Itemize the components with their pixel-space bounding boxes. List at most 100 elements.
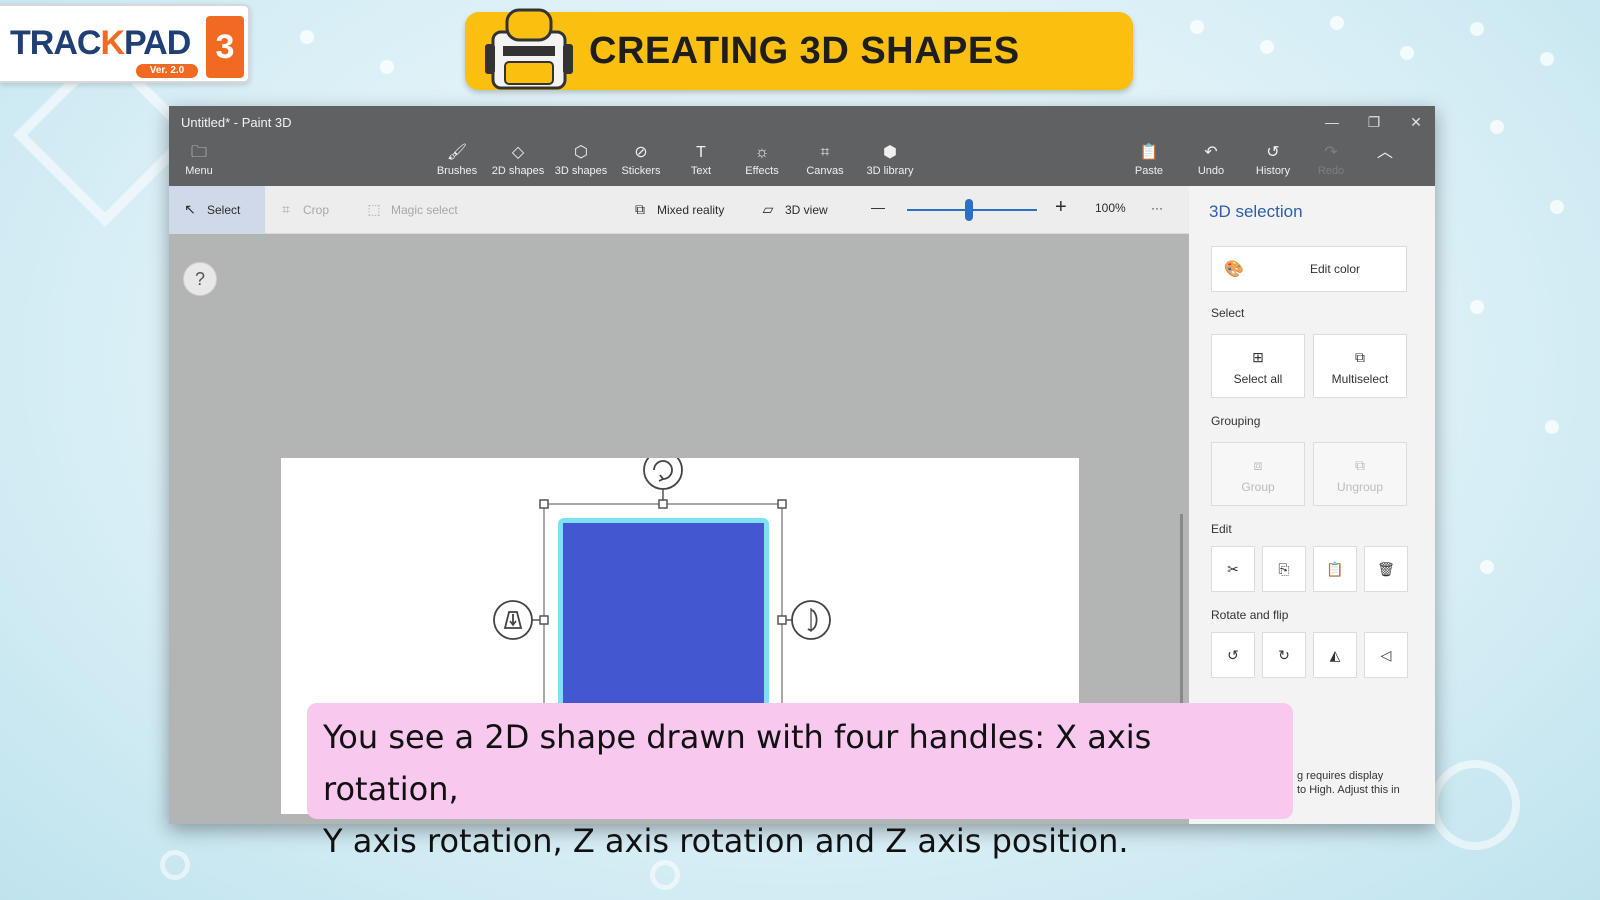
tab-2d-shapes[interactable]: ◇ 2D shapes xyxy=(489,142,547,182)
window-title: Untitled* - Paint 3D xyxy=(181,115,292,130)
tab-3d-shapes[interactable]: ⬡ 3D shapes xyxy=(552,142,610,182)
caption-line-1: You see a 2D shape drawn with four handl… xyxy=(323,718,1152,808)
copy-icon: ⎘ xyxy=(1278,561,1290,577)
tab-3d-library[interactable]: ⬢ 3D library xyxy=(859,142,921,182)
background-dot xyxy=(1545,420,1559,434)
select-all-icon: ⊞ xyxy=(1252,349,1264,365)
mixed-reality-button[interactable]: ⧉ Mixed reality xyxy=(631,201,724,218)
z-axis-position-icon[interactable] xyxy=(493,600,533,640)
flip-vertical-button[interactable]: ◁ xyxy=(1364,632,1408,678)
menu-button[interactable]: 🗀 Menu xyxy=(179,142,219,182)
select-all-button[interactable]: ⊞ Select all xyxy=(1211,334,1305,398)
magic-select-icon: ⬚ xyxy=(367,201,381,217)
multiselect-button[interactable]: ⧉ Multiselect xyxy=(1313,334,1407,398)
undo-button[interactable]: ↶ Undo xyxy=(1191,142,1231,182)
display-note-line1: g requires display xyxy=(1297,770,1384,782)
background-dot xyxy=(1490,120,1504,134)
rotate-right-icon: ↻ xyxy=(1278,647,1290,663)
redo-icon: ↷ xyxy=(1324,144,1338,161)
mixed-reality-icon: ⧉ xyxy=(635,201,645,217)
background-dot xyxy=(380,60,394,74)
undo-icon: ↶ xyxy=(1204,144,1218,161)
resize-handle[interactable] xyxy=(658,499,668,509)
display-note-line2: to High. Adjust this in xyxy=(1297,784,1400,796)
resize-handle[interactable] xyxy=(539,615,549,625)
tab-canvas[interactable]: ⌗ Canvas xyxy=(802,142,848,182)
background-circle xyxy=(1430,760,1520,850)
zoom-level[interactable]: 100% xyxy=(1095,201,1126,215)
tab-brushes[interactable]: 🖌 Brushes xyxy=(433,142,481,182)
redo-button[interactable]: ↷ Redo xyxy=(1311,142,1351,182)
background-dot xyxy=(1550,200,1564,214)
3d-shapes-icon: ⬡ xyxy=(574,144,588,161)
robot-mascot-icon xyxy=(485,8,573,90)
cut-button[interactable]: ✂ xyxy=(1211,546,1255,592)
minimize-button[interactable]: — xyxy=(1317,111,1347,133)
crop-icon: ⌗ xyxy=(282,201,290,217)
resize-handle[interactable] xyxy=(777,615,787,625)
grouping-heading: Grouping xyxy=(1211,414,1261,428)
rotate-right-button[interactable]: ↻ xyxy=(1262,632,1306,678)
trackpad-logo: TRACKPAD 3 Ver. 2.0 xyxy=(0,4,250,83)
zoom-slider-thumb[interactable] xyxy=(965,199,974,221)
panel-title: 3D selection xyxy=(1209,202,1303,221)
delete-button[interactable]: 🗑 xyxy=(1364,546,1408,592)
text-icon: T xyxy=(696,144,706,161)
help-button[interactable]: ? xyxy=(183,262,217,296)
zoom-in-button[interactable]: + xyxy=(1055,196,1067,219)
resize-handle[interactable] xyxy=(539,499,549,509)
x-axis-rotation-icon[interactable] xyxy=(643,458,683,490)
rotate-left-icon: ↺ xyxy=(1227,647,1239,663)
paste-panel-button[interactable]: 📋 xyxy=(1313,546,1357,592)
scissors-icon: ✂ xyxy=(1227,561,1239,577)
flip-horizontal-button[interactable]: ◭ xyxy=(1313,632,1357,678)
rotate-left-button[interactable]: ↺ xyxy=(1211,632,1255,678)
paste-button[interactable]: 📋 Paste xyxy=(1129,142,1169,182)
resize-handle[interactable] xyxy=(777,499,787,509)
flip-horizontal-icon: ◭ xyxy=(1329,647,1341,663)
close-button[interactable]: ✕ xyxy=(1401,111,1431,133)
collapse-ribbon-button[interactable]: ︿ xyxy=(1365,142,1405,182)
background-dot xyxy=(1400,46,1414,60)
group-button[interactable]: ⧈ Group xyxy=(1211,442,1305,506)
caption-line-2: Y axis rotation, Z axis rotation and Z a… xyxy=(323,822,1129,860)
multiselect-icon: ⧉ xyxy=(1355,349,1365,365)
tab-effects[interactable]: ☼ Effects xyxy=(739,142,785,182)
cursor-icon: ↖ xyxy=(184,201,196,217)
background-dot xyxy=(1330,16,1344,30)
3d-view-button[interactable]: ▱ 3D view xyxy=(759,201,828,218)
edit-color-button[interactable]: 🎨 Edit color xyxy=(1211,246,1407,292)
3d-library-icon: ⬢ xyxy=(883,144,897,161)
magic-select-button[interactable]: ⬚ Magic select xyxy=(365,201,457,218)
tab-stickers[interactable]: ⊘ Stickers xyxy=(617,142,665,182)
paste-icon: 📋 xyxy=(1326,561,1344,577)
select-button[interactable]: ↖ Select xyxy=(181,201,240,218)
copy-button[interactable]: ⎘ xyxy=(1262,546,1306,592)
background-dot xyxy=(1190,20,1204,34)
zoom-out-button[interactable]: — xyxy=(871,199,885,215)
background-dot xyxy=(300,30,314,44)
3d-view-icon: ▱ xyxy=(762,201,774,217)
y-axis-rotation-icon[interactable] xyxy=(791,600,831,640)
trash-icon: 🗑 xyxy=(1377,561,1395,577)
background-dot xyxy=(1540,52,1554,66)
background-dot xyxy=(1260,40,1274,54)
crop-button[interactable]: ⌗ Crop xyxy=(277,201,329,218)
history-icon: ↺ xyxy=(1266,144,1280,161)
ribbon: 🗀 Menu 🖌 Brushes ◇ 2D shapes ⬡ 3D shapes… xyxy=(169,138,1435,186)
tab-text[interactable]: T Text xyxy=(681,142,721,182)
logo-wordmark: TRACKPAD xyxy=(10,24,191,62)
square-shape[interactable] xyxy=(563,523,764,713)
restore-button[interactable]: ❐ xyxy=(1359,111,1389,133)
banner-title: CREATING 3D SHAPES xyxy=(589,30,1020,72)
background-dot xyxy=(1470,300,1484,314)
edit-heading: Edit xyxy=(1211,522,1232,536)
folder-icon: 🗀 xyxy=(190,144,207,161)
tool-options-bar: ↖ Select ⌗ Crop ⬚ Magic select ⧉ Mixed reali… xyxy=(169,186,1189,234)
background-circle xyxy=(160,850,190,880)
rotate-flip-heading: Rotate and flip xyxy=(1211,608,1289,622)
more-options-button[interactable]: ··· xyxy=(1151,201,1163,215)
ungroup-button[interactable]: ⧉ Ungroup xyxy=(1313,442,1407,506)
paste-icon: 📋 xyxy=(1139,144,1159,161)
history-button[interactable]: ↺ History xyxy=(1249,142,1297,182)
